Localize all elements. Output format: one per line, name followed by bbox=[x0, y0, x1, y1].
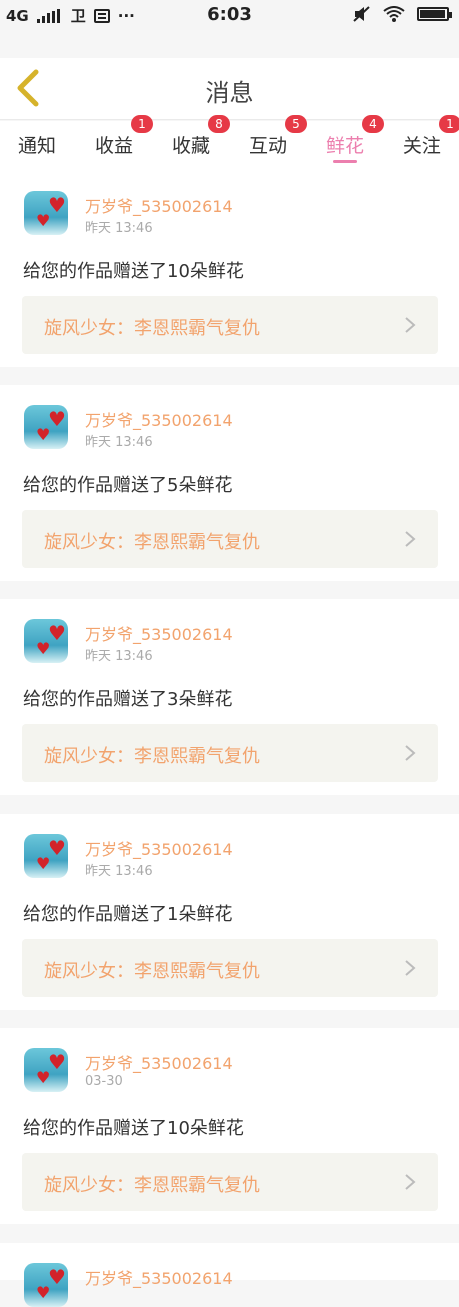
battery-level bbox=[420, 10, 446, 18]
tab-interactions[interactable]: 互动 5 bbox=[248, 115, 307, 171]
message-card: ♥ ♥ 万岁爷_535002614 bbox=[0, 1243, 459, 1307]
chevron-right-icon bbox=[405, 531, 416, 547]
tab-badge: 5 bbox=[284, 115, 307, 133]
tab-flowers[interactable]: 鲜花 4 bbox=[325, 115, 384, 171]
message-time: 昨天 13:46 bbox=[85, 221, 153, 236]
work-title: 旋风少女：李恩熙霸气复仇 bbox=[44, 532, 260, 553]
status-right bbox=[353, 6, 452, 22]
message-card: ♥ ♥ 万岁爷_535002614 昨天 13:46 给您的作品赠送了3朵鲜花 旋… bbox=[0, 599, 459, 795]
avatar[interactable]: ♥ ♥ bbox=[24, 619, 68, 663]
username[interactable]: 万岁爷_535002614 bbox=[85, 193, 233, 217]
tab-label: 收益 bbox=[94, 135, 133, 157]
tab-label: 互动 bbox=[248, 135, 287, 157]
heart-icon: ♥ bbox=[36, 854, 51, 873]
header-spacer bbox=[0, 30, 459, 58]
tab-badge: 8 bbox=[207, 115, 230, 133]
battery-icon bbox=[417, 7, 452, 21]
message-time: 03-30 bbox=[85, 1074, 123, 1089]
mute-icon bbox=[353, 6, 370, 22]
chevron-right-icon bbox=[405, 745, 416, 761]
heart-icon: ♥ bbox=[48, 836, 66, 860]
message-time: 昨天 13:46 bbox=[85, 649, 153, 664]
chevron-right-icon bbox=[405, 1174, 416, 1190]
tab-badge: 1 bbox=[438, 115, 459, 133]
tab-label: 关注 bbox=[402, 135, 441, 157]
username[interactable]: 万岁爷_535002614 bbox=[85, 621, 233, 645]
message-tabs: 通知 收益 1 收藏 8 互动 5 鲜花 4 关注 1 bbox=[0, 115, 459, 171]
heart-icon: ♥ bbox=[36, 211, 51, 230]
message-card: ♥ ♥ 万岁爷_535002614 昨天 13:46 给您的作品赠送了5朵鲜花 旋… bbox=[0, 385, 459, 581]
work-link[interactable]: 旋风少女：李恩熙霸气复仇 bbox=[22, 296, 438, 354]
heart-icon: ♥ bbox=[36, 639, 51, 658]
work-title: 旋风少女：李恩熙霸气复仇 bbox=[44, 746, 260, 767]
tab-label: 通知 bbox=[18, 135, 57, 157]
work-link[interactable]: 旋风少女：李恩熙霸气复仇 bbox=[22, 1153, 438, 1211]
status-bar: 4G 卫 ··· 6:03 bbox=[0, 0, 459, 30]
heart-icon: ♥ bbox=[48, 1265, 66, 1289]
heart-icon: ♥ bbox=[48, 407, 66, 431]
avatar[interactable]: ♥ ♥ bbox=[24, 834, 68, 878]
page-title: 消息 bbox=[205, 79, 254, 107]
tab-badge: 1 bbox=[131, 115, 153, 133]
work-title: 旋风少女：李恩熙霸气复仇 bbox=[44, 318, 260, 339]
message-text: 给您的作品赠送了10朵鲜花 bbox=[23, 261, 244, 282]
work-link[interactable]: 旋风少女：李恩熙霸气复仇 bbox=[22, 510, 438, 568]
message-card: ♥ ♥ 万岁爷_535002614 昨天 13:46 给您的作品赠送了1朵鲜花 旋… bbox=[0, 814, 459, 1010]
chevron-right-icon bbox=[405, 960, 416, 976]
tab-favorites[interactable]: 收藏 8 bbox=[171, 115, 230, 171]
username[interactable]: 万岁爷_535002614 bbox=[85, 1265, 233, 1289]
message-text: 给您的作品赠送了5朵鲜花 bbox=[23, 475, 233, 496]
chevron-right-icon bbox=[405, 317, 416, 333]
message-card: ♥ ♥ 万岁爷_535002614 03-30 给您的作品赠送了10朵鲜花 旋风少… bbox=[0, 1028, 459, 1224]
wifi-icon bbox=[383, 6, 405, 22]
heart-icon: ♥ bbox=[36, 1283, 51, 1302]
message-card: ♥ ♥ 万岁爷_535002614 昨天 13:46 给您的作品赠送了10朵鲜花 … bbox=[0, 171, 459, 367]
avatar[interactable]: ♥ ♥ bbox=[24, 191, 68, 235]
work-link[interactable]: 旋风少女：李恩熙霸气复仇 bbox=[22, 724, 438, 782]
heart-icon: ♥ bbox=[36, 425, 51, 444]
tab-label: 鲜花 bbox=[325, 135, 364, 157]
heart-icon: ♥ bbox=[48, 621, 66, 645]
message-text: 给您的作品赠送了10朵鲜花 bbox=[23, 1118, 244, 1139]
tab-label: 收藏 bbox=[171, 135, 210, 157]
tab-follows[interactable]: 关注 1 bbox=[402, 115, 459, 171]
tab-earnings[interactable]: 收益 1 bbox=[94, 115, 153, 171]
heart-icon: ♥ bbox=[48, 1050, 66, 1074]
heart-icon: ♥ bbox=[48, 193, 66, 217]
message-text: 给您的作品赠送了3朵鲜花 bbox=[23, 689, 233, 710]
avatar[interactable]: ♥ ♥ bbox=[24, 1263, 68, 1307]
avatar[interactable]: ♥ ♥ bbox=[24, 1048, 68, 1092]
work-title: 旋风少女：李恩熙霸气复仇 bbox=[44, 961, 260, 982]
work-link[interactable]: 旋风少女：李恩熙霸气复仇 bbox=[22, 939, 438, 997]
username[interactable]: 万岁爷_535002614 bbox=[85, 407, 233, 431]
tab-notice[interactable]: 通知 bbox=[18, 121, 56, 171]
message-time: 昨天 13:46 bbox=[85, 435, 153, 450]
avatar[interactable]: ♥ ♥ bbox=[24, 405, 68, 449]
tab-badge: 4 bbox=[361, 115, 384, 133]
work-title: 旋风少女：李恩熙霸气复仇 bbox=[44, 1175, 260, 1196]
username[interactable]: 万岁爷_535002614 bbox=[85, 1050, 233, 1074]
message-time: 昨天 13:46 bbox=[85, 864, 153, 879]
message-text: 给您的作品赠送了1朵鲜花 bbox=[23, 904, 233, 925]
nav-header: 消息 bbox=[0, 58, 459, 120]
heart-icon: ♥ bbox=[36, 1068, 51, 1087]
username[interactable]: 万岁爷_535002614 bbox=[85, 836, 233, 860]
